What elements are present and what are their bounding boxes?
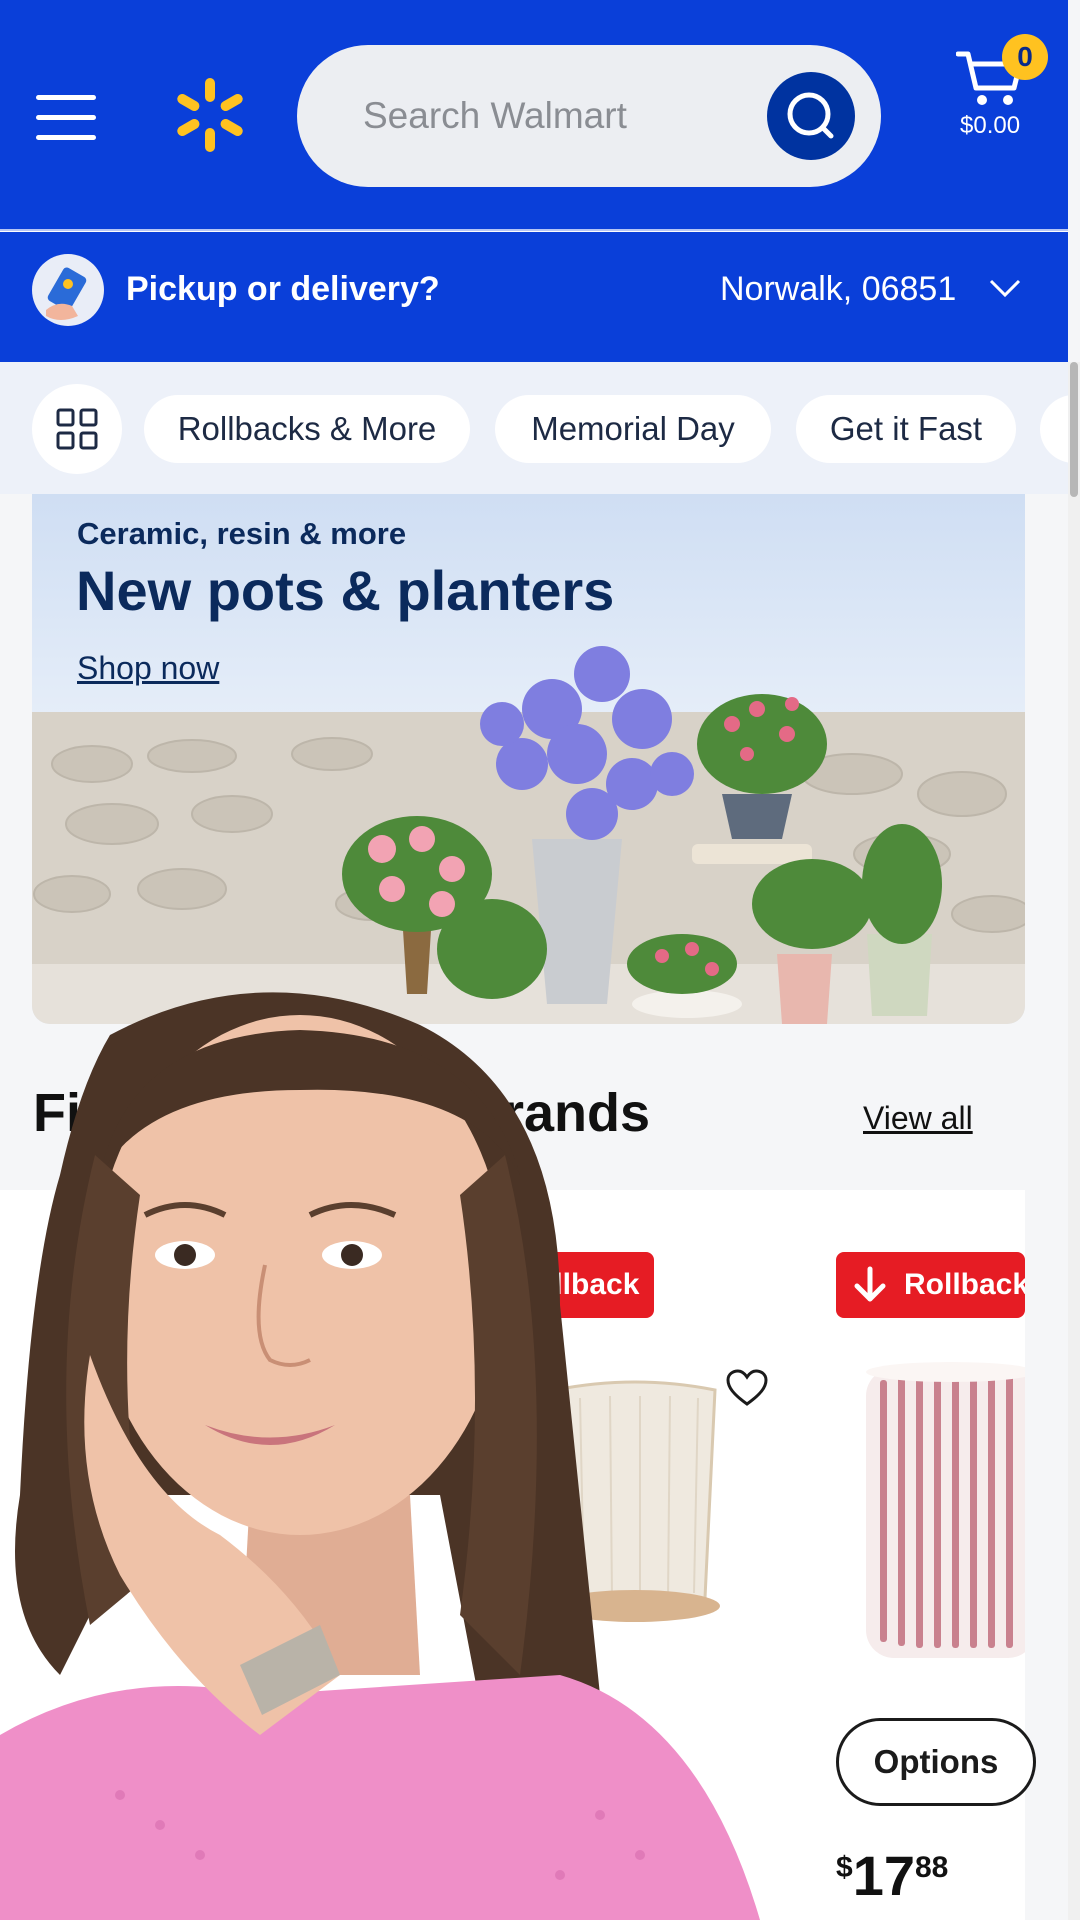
pickup-delivery-icon	[32, 254, 104, 326]
cart-button[interactable]: 0 $0.00	[950, 34, 1060, 150]
search-icon	[787, 92, 834, 139]
search-bar	[297, 45, 881, 187]
view-all-link[interactable]: View all	[863, 1100, 973, 1137]
search-input[interactable]	[363, 81, 743, 151]
chip-get-it-fast[interactable]: Get it Fast	[796, 395, 1016, 463]
cart-total: $0.00	[960, 112, 1021, 139]
pickup-delivery-bar[interactable]: Pickup or delivery? Norwalk, 06851	[0, 232, 1068, 362]
category-chips: Rollbacks & More Memorial Day Get it Fas…	[0, 362, 1068, 494]
search-button[interactable]	[767, 72, 855, 160]
walmart-spark-logo[interactable]	[170, 75, 250, 155]
chip-rollbacks-more[interactable]: Rollbacks & More	[144, 395, 470, 463]
banner-title: New pots & planters	[76, 559, 615, 622]
store-location[interactable]: Norwalk, 06851	[720, 270, 956, 309]
product-price: $1788	[836, 1843, 948, 1908]
pickup-delivery-label: Pickup or delivery?	[126, 270, 440, 308]
shop-now-link[interactable]: Shop now	[77, 650, 219, 687]
grid-icon	[56, 408, 98, 450]
walmart-home-screen: 0 $0.00 Pickup or delivery? Norwalk, 068…	[0, 0, 1080, 1920]
presenter-video-overlay	[0, 992, 760, 1920]
top-header: 0 $0.00	[0, 0, 1068, 231]
departments-button[interactable]	[32, 384, 122, 474]
price-dollars: 17	[852, 1844, 915, 1907]
options-button[interactable]: Options	[836, 1718, 1036, 1806]
price-cents: 88	[914, 1851, 949, 1884]
arrow-down-icon	[854, 1266, 886, 1302]
chevron-down-icon[interactable]	[988, 276, 1022, 300]
scrollbar-thumb[interactable]	[1070, 362, 1078, 497]
menu-icon[interactable]	[36, 95, 96, 141]
chip-next[interactable]	[1040, 395, 1068, 463]
product-image-planter-striped[interactable]	[866, 1358, 1025, 1668]
rollback-badge-label: Rollback	[904, 1268, 1025, 1301]
chip-memorial-day[interactable]: Memorial Day	[495, 395, 771, 463]
banner-subtitle: Ceramic, resin & more	[77, 516, 407, 551]
cart-count-badge: 0	[1002, 34, 1048, 80]
rollback-badge: Rollback	[836, 1252, 1025, 1318]
promo-banner[interactable]: Ceramic, resin & more New pots & planter…	[32, 494, 1025, 1024]
page-scrollbar[interactable]	[1068, 362, 1080, 1920]
price-currency: $	[836, 1851, 853, 1884]
